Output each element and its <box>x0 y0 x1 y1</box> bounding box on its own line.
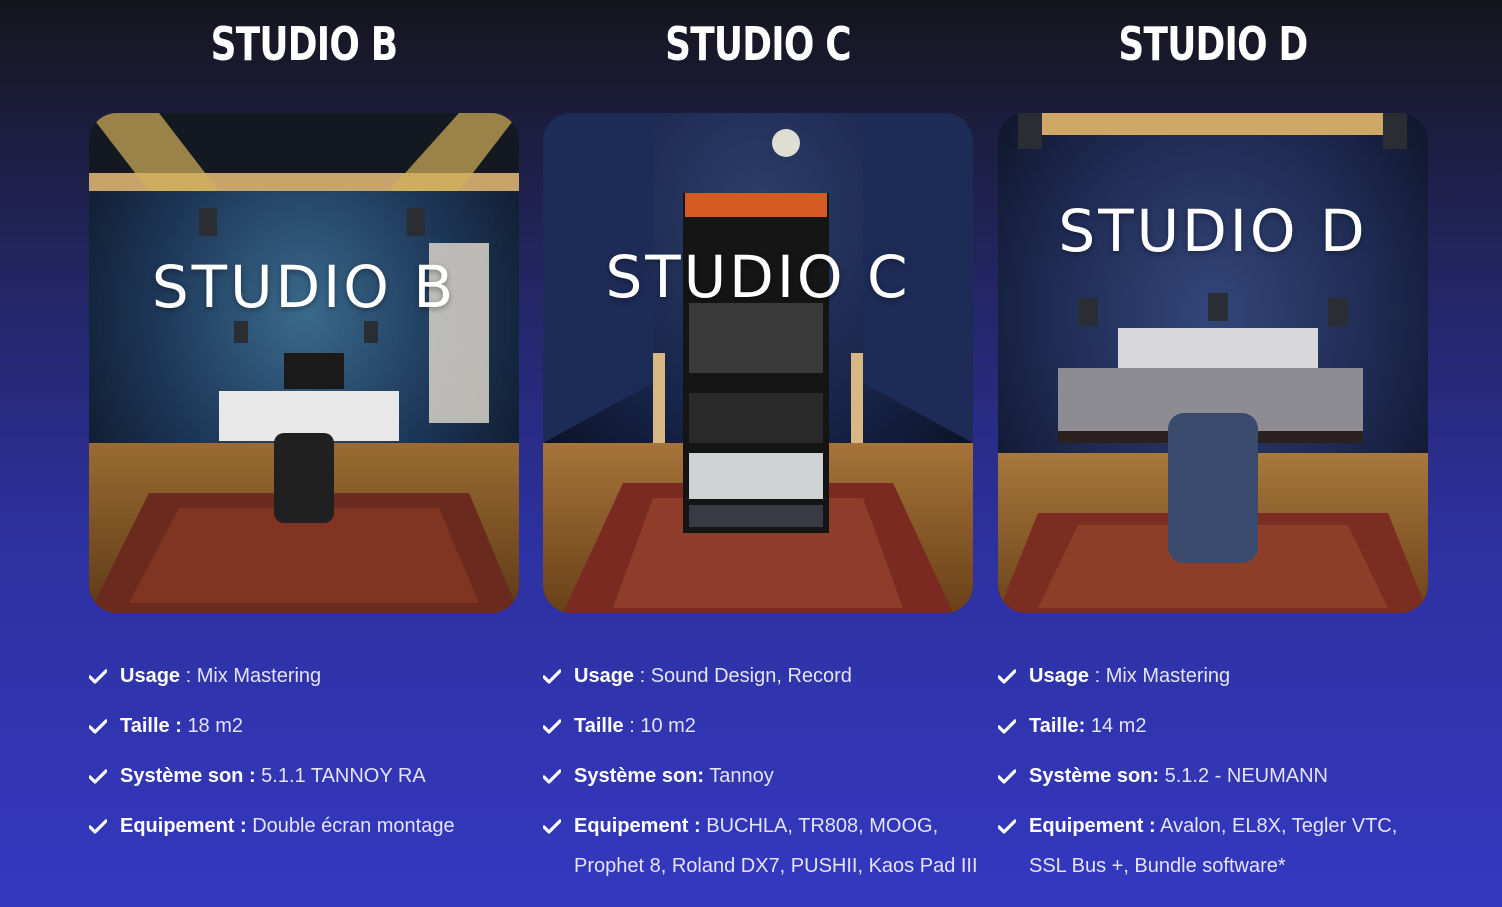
feature-key: Système son: <box>1029 765 1160 787</box>
studio-photo[interactable]: STUDIO D <box>998 113 1428 613</box>
check-icon <box>998 669 1016 684</box>
studio-heading: STUDIO D <box>1118 17 1308 71</box>
feature-separator: : <box>1089 665 1106 687</box>
feature-separator: : <box>623 715 641 737</box>
studio-d-image <box>998 113 1428 613</box>
feature-list: Usage : Mix Mastering Taille: 14 m2 Syst… <box>998 656 1438 896</box>
check-icon <box>89 769 107 784</box>
feature-value: 5.1.1 TANNOY RA <box>261 765 426 787</box>
feature-value: 18 m2 <box>187 715 244 737</box>
feature-equipement: Equipement : Avalon, EL8X, Tegler VTC, S… <box>998 806 1438 886</box>
check-icon <box>89 669 107 684</box>
feature-value: 14 m2 <box>1090 715 1147 737</box>
feature-systeme-son: Système son: Tannoy <box>543 756 983 796</box>
feature-key: Taille <box>574 715 624 737</box>
photo-title: STUDIO B <box>151 253 457 321</box>
studio-heading: STUDIO C <box>665 17 851 71</box>
feature-usage: Usage : Sound Design, Record <box>543 656 983 696</box>
feature-systeme-son: Système son: 5.1.2 - NEUMANN <box>998 756 1438 796</box>
feature-value: Tannoy <box>709 765 774 787</box>
feature-value: 5.1.2 - NEUMANN <box>1164 765 1328 787</box>
feature-value: Double écran montage <box>252 815 455 837</box>
check-icon <box>543 719 561 734</box>
feature-taille: Taille : 10 m2 <box>543 706 983 746</box>
check-icon <box>543 819 561 834</box>
feature-usage: Usage : Mix Mastering <box>998 656 1438 696</box>
feature-taille: Taille : 18 m2 <box>89 706 529 746</box>
photo-title: STUDIO D <box>1058 197 1368 265</box>
check-icon <box>89 819 107 834</box>
photo-title: STUDIO C <box>605 243 911 311</box>
feature-usage: Usage : Mix Mastering <box>89 656 529 696</box>
studio-b-image <box>89 113 519 613</box>
feature-equipement: Equipement : Double écran montage <box>89 806 529 846</box>
feature-key: Taille : <box>120 715 182 737</box>
feature-list: Usage : Sound Design, Record Taille : 10… <box>543 656 983 896</box>
feature-key: Taille: <box>1029 715 1086 737</box>
feature-key: Usage <box>1029 665 1090 687</box>
check-icon <box>543 769 561 784</box>
check-icon <box>998 769 1016 784</box>
studio-heading: STUDIO B <box>210 17 398 71</box>
check-icon <box>998 719 1016 734</box>
feature-systeme-son: Système son : 5.1.1 TANNOY RA <box>89 756 529 796</box>
feature-key: Equipement : <box>1029 815 1156 837</box>
studio-photo[interactable]: STUDIO C <box>543 113 973 613</box>
feature-key: Usage <box>120 665 181 687</box>
feature-key: Equipement : <box>120 815 247 837</box>
feature-value: Sound Design, Record <box>650 665 852 687</box>
feature-separator: : <box>634 665 651 687</box>
studio-photo[interactable]: STUDIO B <box>89 113 519 613</box>
feature-key: Usage <box>574 665 635 687</box>
feature-taille: Taille: 14 m2 <box>998 706 1438 746</box>
feature-key: Système son : <box>120 765 256 787</box>
feature-separator: : <box>180 665 197 687</box>
check-icon <box>998 819 1016 834</box>
feature-value: Mix Mastering <box>1105 665 1231 687</box>
feature-key: Système son: <box>574 765 705 787</box>
check-icon <box>543 669 561 684</box>
feature-list: Usage : Mix Mastering Taille : 18 m2 Sys… <box>89 656 529 856</box>
studio-c-image <box>543 113 973 613</box>
check-icon <box>89 719 107 734</box>
feature-value: 10 m2 <box>640 715 696 737</box>
feature-key: Equipement : <box>574 815 701 837</box>
feature-value: Mix Mastering <box>196 665 322 687</box>
feature-equipement: Equipement : BUCHLA, TR808, MOOG, Prophe… <box>543 806 983 886</box>
